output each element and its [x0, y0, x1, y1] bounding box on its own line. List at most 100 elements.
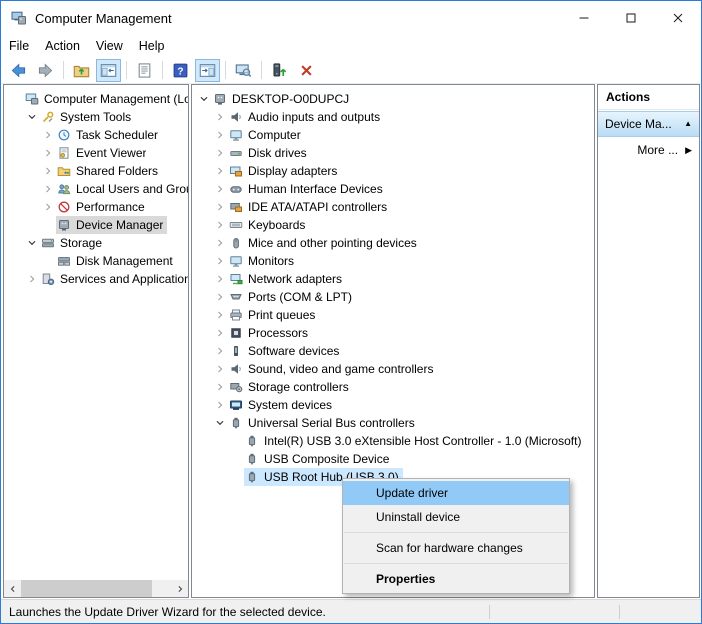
menu-item-update-driver[interactable]: Update driver	[343, 481, 569, 505]
menu-item-scan-for-hardware-changes[interactable]: Scan for hardware changes	[343, 536, 569, 560]
expander-collapsed-icon[interactable]	[212, 379, 228, 395]
scrollbar-thumb[interactable]	[21, 580, 152, 597]
tree-item-computer[interactable]: Computer	[192, 126, 594, 144]
expander-collapsed-icon[interactable]	[212, 271, 228, 287]
menu-file[interactable]: File	[1, 35, 37, 57]
tree-item-task-scheduler[interactable]: Task Scheduler	[4, 126, 188, 144]
expander-collapsed-icon[interactable]	[212, 145, 228, 161]
menu-action[interactable]: Action	[37, 35, 88, 57]
minimize-button[interactable]	[560, 1, 607, 35]
expander-collapsed-icon[interactable]	[24, 271, 40, 287]
collapse-up-icon[interactable]: ▲	[684, 120, 692, 128]
tree-item-device-manager[interactable]: Device Manager	[4, 216, 188, 234]
tree-item-label: Print queues	[248, 308, 315, 322]
tree-item-software-devices[interactable]: Software devices	[192, 342, 594, 360]
tree-item-display-adapters[interactable]: Display adapters	[192, 162, 594, 180]
actions-group-device-manager[interactable]: Device Ma... ▲	[598, 111, 699, 137]
scroll-right-arrow-icon[interactable]	[171, 580, 188, 597]
expander-collapsed-icon[interactable]	[212, 199, 228, 215]
expander-collapsed-icon[interactable]	[212, 127, 228, 143]
expander-spacer	[228, 451, 244, 467]
expander-collapsed-icon[interactable]	[212, 217, 228, 233]
expander-collapsed-icon[interactable]	[212, 253, 228, 269]
toolbar-button-update-driver[interactable]	[267, 59, 292, 82]
expander-expanded-icon[interactable]	[24, 235, 40, 251]
close-button[interactable]	[654, 1, 701, 35]
tree-item-event-viewer[interactable]: Event Viewer	[4, 144, 188, 162]
tree-item-local-users-and-group[interactable]: Local Users and Group	[4, 180, 188, 198]
menu-item-uninstall-device[interactable]: Uninstall device	[343, 505, 569, 529]
expander-spacer	[8, 91, 24, 107]
expander-collapsed-icon[interactable]	[212, 325, 228, 341]
tree-item-label: Universal Serial Bus controllers	[248, 416, 415, 430]
tree-item-monitors[interactable]: Monitors	[192, 252, 594, 270]
tree-item-computer-management-loc[interactable]: Computer Management (Loc	[4, 90, 188, 108]
expander-collapsed-icon[interactable]	[40, 181, 56, 197]
tree-item-storage[interactable]: Storage	[4, 234, 188, 252]
expander-expanded-icon[interactable]	[196, 91, 212, 107]
tree-item-label: System Tools	[60, 110, 131, 124]
hid-icon	[229, 182, 243, 196]
expander-collapsed-icon[interactable]	[212, 289, 228, 305]
tree-item-performance[interactable]: Performance	[4, 198, 188, 216]
tree-item-audio-inputs-and-outputs[interactable]: Audio inputs and outputs	[192, 108, 594, 126]
expander-collapsed-icon[interactable]	[212, 109, 228, 125]
tree-item-system-tools[interactable]: System Tools	[4, 108, 188, 126]
expander-collapsed-icon[interactable]	[212, 397, 228, 413]
tree-item-print-queues[interactable]: Print queues	[192, 306, 594, 324]
toolbar-button-show-console-tree[interactable]	[96, 59, 121, 82]
scroll-right-icon	[174, 583, 186, 595]
horizontal-scrollbar[interactable]	[4, 580, 188, 597]
actions-more-label: More ...	[637, 143, 678, 157]
toolbar-button-remote-screen[interactable]	[231, 59, 256, 82]
tree-item-disk-drives[interactable]: Disk drives	[192, 144, 594, 162]
tree-item-network-adapters[interactable]: Network adapters	[192, 270, 594, 288]
scroll-left-arrow-icon[interactable]	[4, 580, 21, 597]
expander-expanded-icon[interactable]	[24, 109, 40, 125]
expander-collapsed-icon[interactable]	[40, 199, 56, 215]
toolbar-button-show-action-pane[interactable]	[195, 59, 220, 82]
expander-collapsed-icon[interactable]	[40, 127, 56, 143]
tree-item-content: Event Viewer	[56, 144, 150, 162]
toolbar-button-forward[interactable]	[33, 59, 58, 82]
tree-item-content: USB Composite Device	[244, 450, 393, 468]
menu-help[interactable]: Help	[131, 35, 173, 57]
tree-item-disk-management[interactable]: Disk Management	[4, 252, 188, 270]
expander-expanded-icon[interactable]	[212, 415, 228, 431]
tree-item-label: Storage	[60, 236, 102, 250]
tree-item-services-and-applications[interactable]: Services and Applications	[4, 270, 188, 288]
expander-collapsed-icon[interactable]	[212, 343, 228, 359]
toolbar-button-help[interactable]: ?	[168, 59, 193, 82]
tree-item-human-interface-devices[interactable]: Human Interface Devices	[192, 180, 594, 198]
expander-collapsed-icon[interactable]	[212, 163, 228, 179]
tree-item-processors[interactable]: Processors	[192, 324, 594, 342]
toolbar-button-uninstall-device[interactable]	[294, 59, 319, 82]
tree-item-usb-composite-device[interactable]: USB Composite Device	[192, 450, 594, 468]
tree-item-system-devices[interactable]: System devices	[192, 396, 594, 414]
maximize-button[interactable]	[607, 1, 654, 35]
tree-item-keyboards[interactable]: Keyboards	[192, 216, 594, 234]
tree-item-ide-ata-atapi-controllers[interactable]: IDE ATA/ATAPI controllers	[192, 198, 594, 216]
toolbar-button-up-folder[interactable]	[69, 59, 94, 82]
tree-item-desktop-o0dupcj[interactable]: DESKTOP-O0DUPCJ	[192, 90, 594, 108]
tree-item-label: Performance	[76, 200, 145, 214]
toolbar-button-properties-doc[interactable]	[132, 59, 157, 82]
actions-more-item[interactable]: More ... ▶	[598, 137, 699, 163]
menu-view[interactable]: View	[88, 35, 131, 57]
tree-item-sound-video-and-game-controllers[interactable]: Sound, video and game controllers	[192, 360, 594, 378]
tree-item-intel-r-usb-3-0-extensible-host-controller-1-0-microsoft[interactable]: Intel(R) USB 3.0 eXtensible Host Control…	[192, 432, 594, 450]
expander-collapsed-icon[interactable]	[212, 361, 228, 377]
tree-item-label: Disk drives	[248, 146, 307, 160]
tree-item-ports-com-lpt[interactable]: Ports (COM & LPT)	[192, 288, 594, 306]
tree-item-universal-serial-bus-controllers[interactable]: Universal Serial Bus controllers	[192, 414, 594, 432]
expander-collapsed-icon[interactable]	[40, 163, 56, 179]
tree-item-storage-controllers[interactable]: Storage controllers	[192, 378, 594, 396]
expander-collapsed-icon[interactable]	[212, 307, 228, 323]
tree-item-shared-folders[interactable]: Shared Folders	[4, 162, 188, 180]
expander-collapsed-icon[interactable]	[212, 235, 228, 251]
expander-collapsed-icon[interactable]	[212, 181, 228, 197]
toolbar-button-back[interactable]	[6, 59, 31, 82]
expander-collapsed-icon[interactable]	[40, 145, 56, 161]
menu-item-properties[interactable]: Properties	[343, 567, 569, 591]
tree-item-mice-and-other-pointing-devices[interactable]: Mice and other pointing devices	[192, 234, 594, 252]
